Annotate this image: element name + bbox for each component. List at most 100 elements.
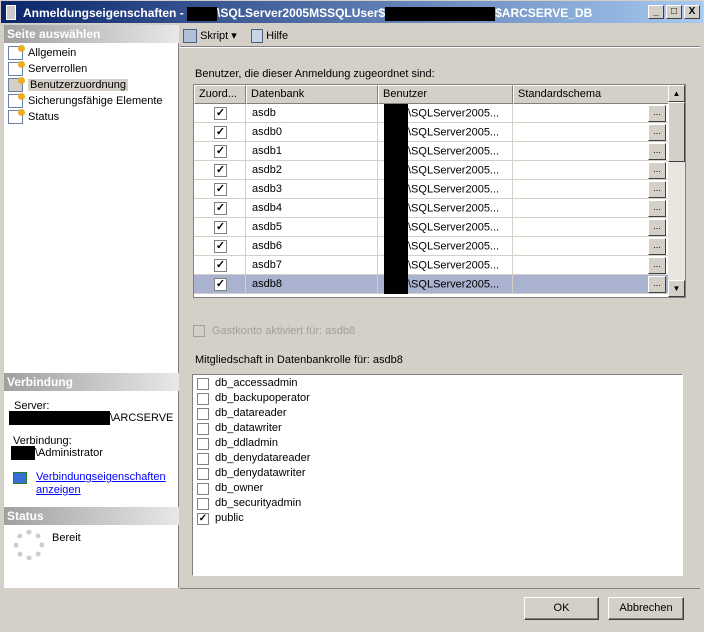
browse-schema-button[interactable]: ... <box>648 162 666 179</box>
script-icon <box>183 29 197 44</box>
role-checkbox[interactable] <box>197 468 209 480</box>
schema-cell[interactable]: ... <box>513 123 669 142</box>
browse-schema-button[interactable]: ... <box>648 105 666 122</box>
role-item[interactable]: ✓ public <box>197 512 244 527</box>
role-item[interactable]: db_accessadmin <box>197 377 298 392</box>
page-icon <box>8 77 25 92</box>
column-header-default-schema[interactable]: Standardschema <box>513 85 669 104</box>
map-checkbox[interactable]: ✓ <box>214 164 227 177</box>
column-header-map[interactable]: Zuord... <box>194 85 246 104</box>
role-checkbox[interactable] <box>197 498 209 510</box>
role-item[interactable]: db_datareader <box>197 407 287 422</box>
role-checkbox[interactable] <box>197 378 209 390</box>
role-checkbox[interactable] <box>197 453 209 465</box>
map-checkbox[interactable]: ✓ <box>214 221 227 234</box>
table-row[interactable]: ✓ asdb3 \SQLServer2005...... <box>194 180 669 199</box>
maximize-button[interactable]: □ <box>666 5 682 19</box>
map-cell: ✓ <box>194 199 246 218</box>
server-value: \ARCSERVE <box>9 411 173 425</box>
map-checkbox[interactable]: ✓ <box>214 202 227 215</box>
table-row[interactable]: ✓ asdb6 \SQLServer2005...... <box>194 237 669 256</box>
browse-schema-button[interactable]: ... <box>648 257 666 274</box>
title-bar[interactable]: Anmeldungseigenschaften - \SQLServer2005… <box>0 0 704 24</box>
sidebar-item-4[interactable]: Status <box>8 109 59 125</box>
schema-cell[interactable]: ... <box>513 199 669 218</box>
user-mapping-grid[interactable]: Zuord... Datenbank Benutzer Standardsche… <box>193 84 686 298</box>
scroll-thumb[interactable] <box>668 102 685 162</box>
database-cell: asdb <box>246 104 378 123</box>
schema-cell[interactable]: ... <box>513 237 669 256</box>
role-checkbox[interactable] <box>197 438 209 450</box>
table-row[interactable]: ✓ asdb2 \SQLServer2005...... <box>194 161 669 180</box>
role-name: db_denydatareader <box>215 452 311 464</box>
minimize-button[interactable]: _ <box>648 5 664 19</box>
role-item[interactable]: db_denydatareader <box>197 452 310 467</box>
guest-account-label: Gastkonto aktiviert für: asdb8 <box>212 325 356 337</box>
schema-cell[interactable]: ... <box>513 161 669 180</box>
browse-schema-button[interactable]: ... <box>648 143 666 160</box>
script-button[interactable]: Skript ▾ <box>183 27 237 45</box>
schema-cell[interactable]: ... <box>513 218 669 237</box>
browse-schema-button[interactable]: ... <box>648 181 666 198</box>
table-row[interactable]: ✓ asdb5 \SQLServer2005...... <box>194 218 669 237</box>
map-checkbox[interactable]: ✓ <box>214 145 227 158</box>
table-row[interactable]: ✓ asdb7 \SQLServer2005...... <box>194 256 669 275</box>
role-item[interactable]: db_owner <box>197 482 263 497</box>
toolbar-separator <box>180 46 700 48</box>
sidebar-item-3[interactable]: Sicherungsfähige Elemente <box>8 93 163 109</box>
map-cell: ✓ <box>194 237 246 256</box>
column-header-database[interactable]: Datenbank <box>246 85 378 104</box>
schema-cell[interactable]: ... <box>513 180 669 199</box>
role-checkbox[interactable] <box>197 483 209 495</box>
connection-value: \Administrator <box>11 446 103 460</box>
table-row[interactable]: ✓ asdb8 \SQLServer2005...... <box>194 275 669 294</box>
window-title: Anmeldungseigenschaften - \SQLServer2005… <box>23 6 593 21</box>
browse-schema-button[interactable]: ... <box>648 219 666 236</box>
schema-cell[interactable]: ... <box>513 256 669 275</box>
role-item[interactable]: db_ddladmin <box>197 437 278 452</box>
table-row[interactable]: ✓ asdb \SQLServer2005...... <box>194 104 669 123</box>
cancel-button[interactable]: Abbrechen <box>608 597 684 620</box>
schema-cell[interactable]: ... <box>513 142 669 161</box>
browse-schema-button[interactable]: ... <box>648 124 666 141</box>
help-button[interactable]: Hilfe <box>251 27 288 45</box>
progress-spinner-icon <box>14 530 44 560</box>
schema-cell[interactable]: ... <box>513 104 669 123</box>
map-checkbox[interactable]: ✓ <box>214 240 227 253</box>
grid-scrollbar[interactable]: ▲ ▼ <box>668 85 685 297</box>
map-checkbox[interactable]: ✓ <box>214 107 227 120</box>
role-item[interactable]: db_securityadmin <box>197 497 301 512</box>
page-icon <box>8 93 25 108</box>
role-checkbox[interactable]: ✓ <box>197 513 209 525</box>
close-button[interactable]: X <box>684 5 700 19</box>
role-checkbox[interactable] <box>197 408 209 420</box>
table-row[interactable]: ✓ asdb1 \SQLServer2005...... <box>194 142 669 161</box>
browse-schema-button[interactable]: ... <box>648 200 666 217</box>
map-cell: ✓ <box>194 161 246 180</box>
role-checkbox[interactable] <box>197 393 209 405</box>
table-row[interactable]: ✓ asdb4 \SQLServer2005...... <box>194 199 669 218</box>
map-checkbox[interactable]: ✓ <box>214 278 227 291</box>
browse-schema-button[interactable]: ... <box>648 238 666 255</box>
schema-cell[interactable]: ... <box>513 275 669 294</box>
ok-button[interactable]: OK <box>524 597 599 620</box>
role-item[interactable]: db_denydatawriter <box>197 467 306 482</box>
sidebar-item-1[interactable]: Serverrollen <box>8 61 87 77</box>
role-name: db_owner <box>215 482 264 494</box>
role-item[interactable]: db_datawriter <box>197 422 282 437</box>
role-checkbox[interactable] <box>197 423 209 435</box>
sidebar-item-2[interactable]: Benutzerzuordnung <box>8 77 129 93</box>
browse-schema-button[interactable]: ... <box>648 276 666 293</box>
table-row[interactable]: ✓ asdb0 \SQLServer2005...... <box>194 123 669 142</box>
scroll-down-icon[interactable]: ▼ <box>668 280 685 297</box>
column-header-user[interactable]: Benutzer <box>378 85 513 104</box>
map-checkbox[interactable]: ✓ <box>214 183 227 196</box>
guest-account-checkbox[interactable] <box>193 325 205 337</box>
sidebar-item-0[interactable]: Allgemein <box>8 45 76 61</box>
connection-properties-link[interactable]: Verbindungseigenschaften anzeigen <box>36 471 171 497</box>
map-checkbox[interactable]: ✓ <box>214 126 227 139</box>
scroll-up-icon[interactable]: ▲ <box>668 85 685 102</box>
map-checkbox[interactable]: ✓ <box>214 259 227 272</box>
roles-list[interactable]: db_accessadmin db_backupoperator db_datare… <box>192 374 683 576</box>
role-item[interactable]: db_backupoperator <box>197 392 310 407</box>
